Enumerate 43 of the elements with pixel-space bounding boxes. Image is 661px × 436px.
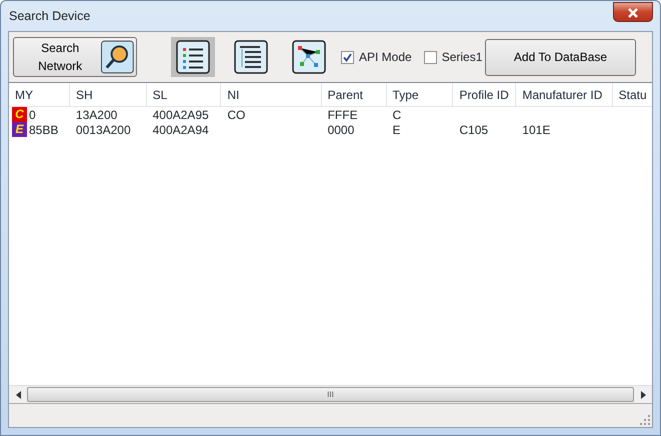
view-button[interactable] [171,37,215,77]
table-cell-text: C105 [458,122,490,138]
table-cell-text: E [391,122,402,138]
device-type-badge: C [12,107,27,122]
table-cell-text: 101E [521,122,552,138]
close-icon [627,8,639,18]
column-header[interactable]: Type [386,83,454,106]
close-button[interactable] [613,2,653,22]
column-header[interactable]: SL [146,83,222,106]
table-cell-text: 0000 [326,122,356,138]
list-view-icon [176,40,210,74]
table-cell-text: 0 [29,106,36,124]
scroll-left-icon[interactable] [16,390,20,398]
scroll-thumb[interactable]: III [27,387,634,402]
checkbox-label[interactable]: Series1 [442,48,482,66]
column-header[interactable]: SH [70,83,147,106]
horizontal-scrollbar[interactable]: III [9,385,652,404]
checkbox-label[interactable]: API Mode [359,48,412,66]
table-cell-text: CO [226,106,246,124]
table-cell-text: 0013A200 [74,122,132,138]
search-network-button[interactable]: Search Network [13,37,137,77]
table-cell-text: 13A200 [74,106,118,124]
resize-grip-icon[interactable] [640,415,650,425]
checkbox[interactable] [424,50,437,64]
column-header[interactable]: NI [221,83,322,106]
column-header[interactable]: Statu [612,83,652,106]
scroll-right-icon[interactable] [640,390,646,398]
table-cell-text: 85BB [29,122,58,138]
column-header[interactable]: Manufaturer ID [516,83,613,106]
column-header[interactable]: MY [9,83,70,106]
network-graph-icon [292,40,326,74]
tree-view-icon [234,40,268,74]
column-header[interactable]: Parent [322,83,387,106]
table-cell-text: FFFE [326,106,359,124]
window-title: Search Device [8,8,90,25]
table-cell-text: 400A2A94 [152,122,210,138]
checkbox[interactable] [341,50,354,64]
table-cell-text: 400A2A95 [152,106,210,124]
table-cell-text: C [391,106,402,124]
search-icon [101,40,134,74]
device-type-badge: E [12,122,27,137]
column-header[interactable]: Profile ID [453,83,516,106]
add-to-database-button[interactable]: Add To DataBase [485,38,636,76]
